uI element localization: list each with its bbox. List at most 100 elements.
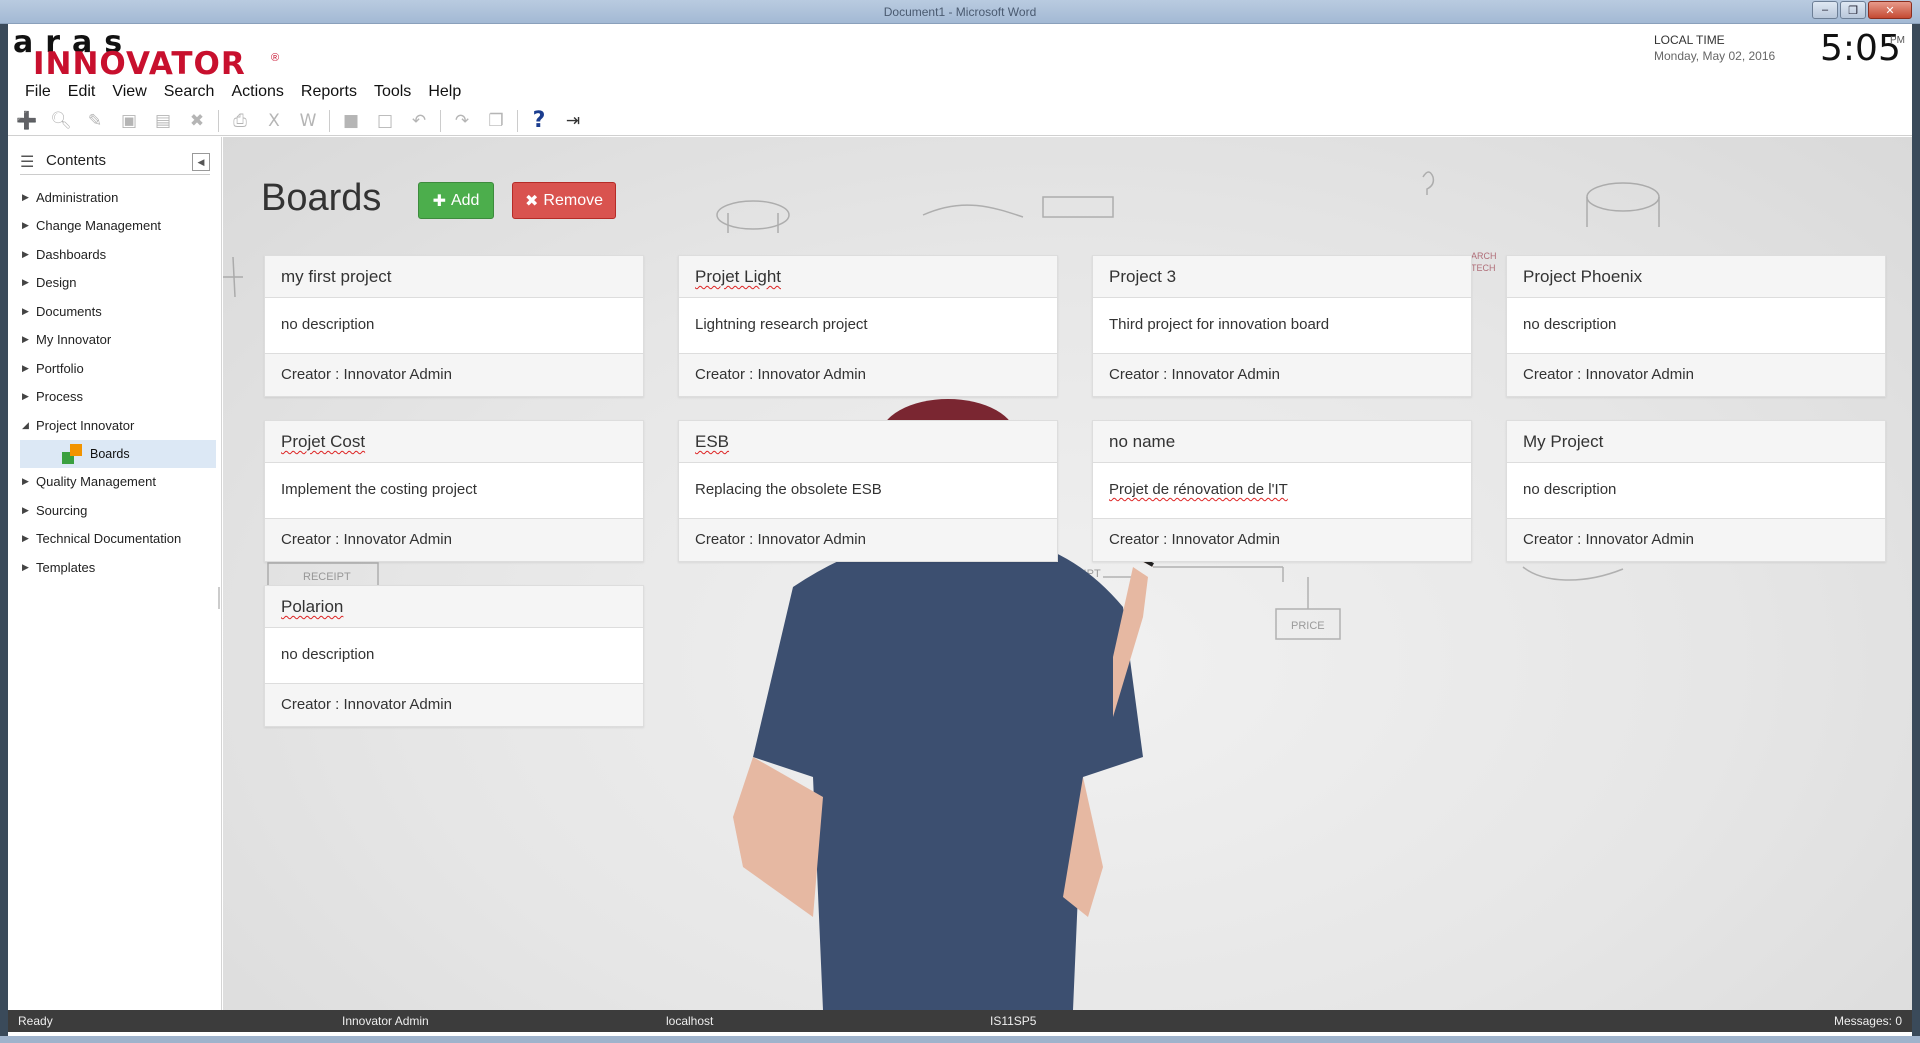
tree-item-sourcing[interactable]: ▶ Sourcing (20, 496, 216, 525)
menu-reports[interactable]: Reports (293, 80, 366, 104)
unlock-icon[interactable]: □ (372, 109, 398, 133)
app-window: aras INNOVATOR ® LOCAL TIME Monday, May … (8, 24, 1912, 1036)
status-messages[interactable]: Messages: 0 (1834, 1014, 1902, 1028)
svg-text:RECEIPT: RECEIPT (303, 571, 351, 583)
tree-item-design[interactable]: ▶ Design (20, 269, 216, 298)
board-description: no description (265, 628, 643, 684)
aras-innovator-logo: aras INNOVATOR ® (13, 28, 293, 82)
tree-item-boards[interactable]: Boards (20, 439, 216, 468)
expand-arrow-icon[interactable]: ▶ (20, 334, 36, 345)
boards-content: ·ARCH ·TECH RECEIPT PRICE RECEIPT Boards… (223, 137, 1912, 1010)
promote-icon[interactable]: ↷ (449, 109, 475, 133)
tree-item-quality-management[interactable]: ▶ Quality Management (20, 468, 216, 497)
expand-arrow-icon[interactable]: ▶ (20, 505, 36, 516)
menu-bar: File Edit View Search Actions Reports To… (8, 80, 1912, 104)
expand-arrow-icon[interactable]: ▶ (20, 277, 36, 288)
expand-arrow-icon[interactable]: ▶ (20, 533, 36, 544)
expand-arrow-icon[interactable]: ▶ (20, 192, 36, 203)
lock-icon[interactable]: ■ (338, 109, 364, 133)
board-card[interactable]: Polarion no description Creator : Innova… (264, 585, 644, 727)
board-title[interactable]: ESB (679, 421, 1057, 463)
main-toolbar: ➕ 🔍︎ ✎ ▣ ▤ ✖ ⎙ X W ■ □ ↶ ↷ ❐ ? ⇥ (8, 106, 1912, 136)
board-title[interactable]: no name (1093, 421, 1471, 463)
expand-arrow-icon[interactable]: ▶ (20, 363, 36, 374)
export-word-icon[interactable]: W (295, 109, 321, 133)
board-card[interactable]: Projet Light Lightning research project … (678, 255, 1058, 397)
tree-item-process[interactable]: ▶ Process (20, 383, 216, 412)
expand-arrow-icon[interactable]: ▶ (20, 562, 36, 573)
tree-item-administration[interactable]: ▶ Administration (20, 183, 216, 212)
board-creator: Creator : Innovator Admin (679, 354, 1057, 396)
contents-sidebar: ☰ Contents ◀ ▶ Administration ▶ Change Man… (8, 137, 222, 1010)
export-excel-icon[interactable]: X (261, 109, 287, 133)
board-title[interactable]: Project 3 (1093, 256, 1471, 298)
collapse-arrow-icon[interactable]: ◢ (20, 420, 36, 431)
tree-item-documents[interactable]: ▶ Documents (20, 297, 216, 326)
remove-board-button[interactable]: ✖ Remove (512, 182, 616, 219)
board-card[interactable]: Project 3 Third project for innovation b… (1092, 255, 1472, 397)
expand-arrow-icon[interactable]: ▶ (20, 476, 36, 487)
menu-tools[interactable]: Tools (366, 80, 420, 104)
board-card[interactable]: my first project no description Creator … (264, 255, 644, 397)
board-card[interactable]: Project Phoenix no description Creator :… (1506, 255, 1886, 397)
expand-arrow-icon[interactable]: ▶ (20, 249, 36, 260)
menu-help[interactable]: Help (420, 80, 470, 104)
tree-item-label: Documents (36, 303, 102, 319)
menu-edit[interactable]: Edit (60, 80, 105, 104)
board-title[interactable]: Project Phoenix (1507, 256, 1885, 298)
add-button-label: Add (450, 191, 480, 209)
minimize-button[interactable]: ‒ (1812, 1, 1838, 19)
menu-actions[interactable]: Actions (223, 80, 292, 104)
board-description-text: Projet de rénovation de l'IT (1109, 481, 1288, 498)
logout-icon[interactable]: ⇥ (560, 109, 586, 133)
help-icon[interactable]: ? (526, 108, 552, 133)
board-title[interactable]: Projet Light (679, 256, 1057, 298)
menu-file[interactable]: File (17, 80, 60, 104)
close-button[interactable]: ✕ (1868, 1, 1912, 19)
tree-item-label: Change Management (36, 218, 162, 234)
tree-item-technical-documentation[interactable]: ▶ Technical Documentation (20, 525, 216, 554)
save-unlock-icon[interactable]: ▤ (150, 109, 176, 133)
board-title[interactable]: my first project (265, 256, 643, 298)
board-card[interactable]: ESB Replacing the obsolete ESB Creator :… (678, 420, 1058, 562)
menu-view[interactable]: View (104, 80, 155, 104)
board-creator: Creator : Innovator Admin (679, 519, 1057, 561)
tree-item-templates[interactable]: ▶ Templates (20, 553, 216, 582)
maximize-button[interactable]: ❐ (1840, 1, 1866, 19)
board-card[interactable]: no name Projet de rénovation de l'IT Cre… (1092, 420, 1472, 562)
expand-arrow-icon[interactable]: ▶ (20, 391, 36, 402)
tree-item-portfolio[interactable]: ▶ Portfolio (20, 354, 216, 383)
expand-arrow-icon[interactable]: ▶ (20, 220, 36, 231)
board-title[interactable]: Polarion (265, 586, 643, 628)
hamburger-menu-icon[interactable]: ☰ (20, 152, 34, 172)
board-title-text: Projet Light (695, 267, 781, 286)
board-title-text: ESB (695, 432, 730, 451)
collapse-sidebar-icon[interactable]: ◀ (192, 153, 210, 171)
board-creator: Creator : Innovator Admin (265, 354, 643, 396)
menu-search[interactable]: Search (156, 80, 224, 104)
window-titlebar: Document1 - Microsoft Word ‒ ❐ ✕ (0, 0, 1920, 24)
board-card[interactable]: My Project no description Creator : Inno… (1506, 420, 1886, 562)
edit-item-icon[interactable]: ✎ (82, 109, 108, 133)
delete-icon[interactable]: ✖ (184, 109, 210, 133)
tree-item-project-innovator[interactable]: ◢ Project Innovator (20, 411, 216, 440)
new-item-icon[interactable]: ➕ (14, 109, 40, 133)
tree-item-change-management[interactable]: ▶ Change Management (20, 212, 216, 241)
copy-icon[interactable]: ❐ (483, 109, 509, 133)
print-icon[interactable]: ⎙ (227, 109, 253, 133)
tree-item-my-innovator[interactable]: ▶ My Innovator (20, 326, 216, 355)
board-title[interactable]: Projet Cost (265, 421, 643, 463)
undo-icon[interactable]: ↶ (406, 109, 432, 133)
add-board-button[interactable]: ✚ Add (418, 182, 494, 219)
window-bottom-edge (0, 1036, 1920, 1043)
board-card[interactable]: Projet Cost Implement the costing projec… (264, 420, 644, 562)
status-server: localhost (666, 1014, 714, 1028)
sidebar-splitter[interactable] (218, 587, 220, 609)
save-icon[interactable]: ▣ (116, 109, 142, 133)
tree-item-dashboards[interactable]: ▶ Dashboards (20, 240, 216, 269)
expand-arrow-icon[interactable]: ▶ (20, 306, 36, 317)
logo-innovator-text: INNOVATOR (33, 46, 246, 82)
x-icon: ✖ (525, 192, 539, 210)
view-item-icon[interactable]: 🔍︎ (48, 109, 74, 133)
board-title[interactable]: My Project (1507, 421, 1885, 463)
